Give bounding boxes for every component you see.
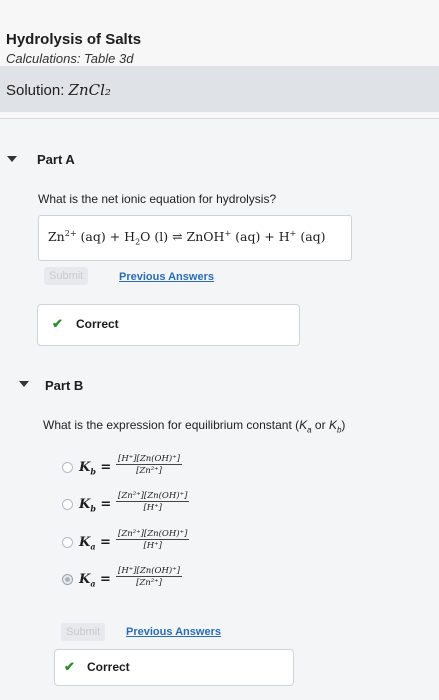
option-fraction: [Zn²⁺][Zn(OH)⁺] [H⁺]: [116, 491, 190, 513]
part-a-previous-answers-link[interactable]: Previous Answers: [119, 271, 214, 283]
numerator: [H⁺][Zn(OH)⁺]: [116, 454, 183, 465]
part-a-feedback-text: Correct: [76, 317, 119, 331]
numerator: [Zn²⁺][Zn(OH)⁺]: [116, 529, 190, 540]
option-ka-zn-znoh-over-h[interactable]: Ka = [Zn²⁺][Zn(OH)⁺] [H⁺]: [62, 527, 222, 557]
part-a-answer-box[interactable]: Zn2+ (aq) + H2O (l) ⇌ ZnOH+ (aq) + H+ (a…: [38, 215, 352, 261]
problem-title: Hydrolysis of Salts: [6, 31, 142, 48]
solution-label: Solution:: [6, 82, 65, 99]
radio-button-selected[interactable]: [62, 574, 73, 585]
radio-button[interactable]: [62, 462, 73, 473]
part-b-question-prefix: What is the expression for equilibrium c…: [43, 418, 300, 432]
equals-sign: =: [95, 460, 112, 475]
ka-symbol: K: [299, 418, 308, 432]
caret-down-icon[interactable]: [7, 156, 17, 162]
solution-formula: ZnCl₂: [68, 81, 111, 99]
part-b-previous-answers-link[interactable]: Previous Answers: [126, 626, 221, 638]
eq-ion: Zn: [48, 229, 65, 245]
part-b-question: What is the expression for equilibrium c…: [43, 418, 345, 434]
option-fraction: [H⁺][Zn(OH)⁺] [Zn²⁺]: [116, 454, 183, 476]
numerator: [Zn²⁺][Zn(OH)⁺]: [116, 491, 190, 502]
problem-header: Hydrolysis of Salts Calculations: Table …: [0, 0, 439, 119]
k-symbol: K: [79, 460, 91, 475]
kb-symbol: K: [328, 418, 337, 432]
part-b-feedback: ✔ Correct: [54, 649, 294, 686]
part-b-feedback-text: Correct: [87, 660, 130, 674]
option-ka-h-znoh-over-zn[interactable]: Ka = [H⁺][Zn(OH)⁺] [Zn²⁺]: [62, 564, 222, 594]
problem-page: Hydrolysis of Salts Calculations: Table …: [0, 0, 439, 700]
denominator: [Zn²⁺]: [136, 578, 162, 588]
part-a-question: What is the net ionic equation for hydro…: [38, 192, 277, 206]
part-a-submit-button[interactable]: Submit: [44, 267, 89, 285]
eq-text-2: O (l) ⇌ ZnOH: [140, 229, 225, 245]
k-symbol: K: [79, 572, 91, 587]
equals-sign: =: [95, 572, 111, 587]
eq-text-1: (aq) + H: [76, 229, 136, 245]
eq-text-4: (aq): [296, 229, 326, 245]
checkmark-icon: ✔: [64, 659, 75, 674]
solution-bar: Solution: ZnCl₂: [0, 66, 439, 112]
problem-subtitle: Calculations: Table 3d: [6, 51, 134, 66]
option-fraction: [Zn²⁺][Zn(OH)⁺] [H⁺]: [116, 529, 190, 551]
option-lhs: Ka =: [79, 572, 111, 589]
denominator: [Zn²⁺]: [136, 466, 162, 476]
equals-sign: =: [95, 497, 112, 512]
part-a-feedback: ✔ Correct: [37, 304, 300, 346]
part-b-title[interactable]: Part B: [45, 378, 83, 393]
denominator: [H⁺]: [143, 541, 162, 551]
checkmark-icon: ✔: [52, 316, 63, 331]
k-symbol: K: [79, 497, 91, 512]
option-fraction: [H⁺][Zn(OH)⁺] [Zn²⁺]: [116, 566, 183, 588]
denominator: [H⁺]: [143, 503, 162, 513]
net-ionic-equation: Zn2+ (aq) + H2O (l) ⇌ ZnOH+ (aq) + H+ (a…: [48, 229, 326, 247]
option-lhs: Ka =: [79, 535, 111, 552]
part-a-title[interactable]: Part A: [37, 152, 75, 167]
option-kb-h-znoh-over-zn[interactable]: Kb = [H⁺][Zn(OH)⁺] [Zn²⁺]: [62, 452, 222, 482]
eq-ion-charge: 2+: [64, 229, 77, 238]
part-b-question-suffix: ): [341, 418, 346, 432]
eq-text-3: (aq) + H: [231, 229, 290, 245]
radio-button[interactable]: [62, 499, 73, 510]
numerator: [H⁺][Zn(OH)⁺]: [116, 566, 183, 577]
option-lhs: Kb =: [79, 460, 111, 477]
equals-sign: =: [95, 535, 111, 550]
radio-button[interactable]: [62, 537, 73, 548]
caret-down-icon[interactable]: [19, 381, 29, 387]
k-symbol: K: [79, 535, 91, 550]
part-b-question-or: or: [311, 418, 329, 432]
option-lhs: Kb =: [79, 497, 111, 514]
option-kb-zn-znoh-over-h[interactable]: Kb = [Zn²⁺][Zn(OH)⁺] [H⁺]: [62, 489, 222, 519]
part-b-submit-button[interactable]: Submit: [61, 623, 106, 641]
solution-line: Solution: ZnCl₂: [6, 81, 111, 99]
